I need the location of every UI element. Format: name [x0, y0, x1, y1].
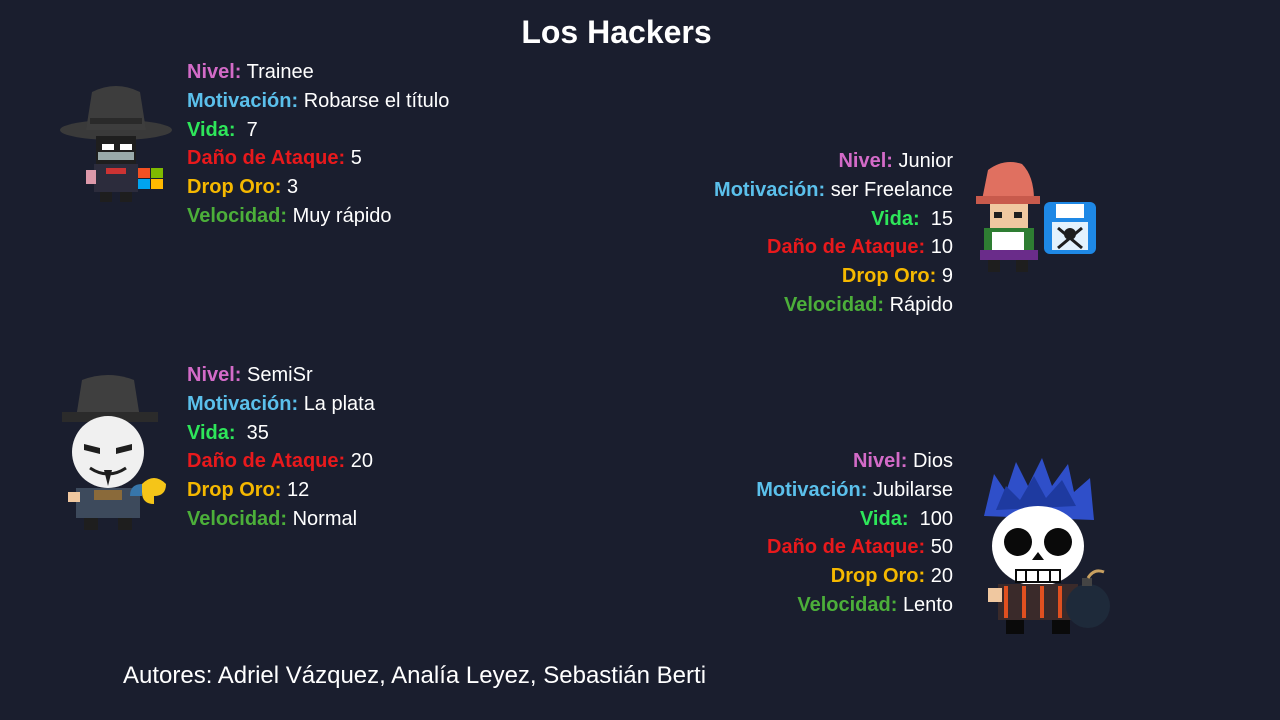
stat-vida: Vida: 15 — [871, 207, 953, 230]
stat-nivel: Nivel: SemiSr — [187, 364, 313, 386]
hacker-junior-stats: Nivel: Junior Motivación: ser Freelance … — [714, 147, 953, 320]
stat-motivacion: Motivación: Jubilarse — [756, 478, 953, 501]
stat-nivel: Nivel: Trainee — [187, 61, 314, 83]
slide: Los Hackers Nivel: Trainee Motivación: R… — [0, 0, 1280, 720]
stat-velocidad: Velocidad: Rápido — [784, 293, 953, 316]
hacker-semisr-icon — [62, 375, 166, 530]
stat-velocidad: Velocidad: Muy rápido — [187, 204, 392, 227]
hacker-semisr-stats: Nivel: SemiSr Motivación: La plata Vida:… — [187, 361, 375, 534]
hacker-dios-icon — [984, 458, 1110, 634]
stat-velocidad: Velocidad: Normal — [187, 507, 358, 530]
stat-vida: Vida: 7 — [187, 118, 258, 141]
stat-vida: Vida: 100 — [859, 507, 953, 530]
hacker-dios-stats: Nivel: Dios Motivación: Jubilarse Vida: … — [756, 447, 953, 620]
hacker-junior-icon — [976, 162, 1096, 272]
stat-motivacion: Motivación: La plata — [187, 392, 375, 415]
stat-dano: Daño de Ataque: 20 — [187, 450, 373, 473]
stat-velocidad: Velocidad: Lento — [797, 593, 953, 616]
stat-vida: Vida: 35 — [187, 421, 269, 444]
stat-dano: Daño de Ataque: 5 — [187, 147, 362, 170]
slide-title: Los Hackers — [521, 14, 712, 50]
stat-nivel: Nivel: Dios — [852, 450, 953, 472]
stat-motivacion: Motivación: Robarse el título — [187, 89, 450, 112]
hacker-trainee-stats: Nivel: Trainee Motivación: Robarse el tí… — [187, 58, 449, 231]
authors-credit: Autores: Adriel Vázquez, Analía Leyez, S… — [123, 662, 707, 689]
stat-oro: Drop Oro: 20 — [830, 565, 953, 588]
stat-nivel: Nivel: Junior — [838, 150, 953, 172]
stat-dano: Daño de Ataque: 50 — [767, 536, 953, 559]
stat-dano: Daño de Ataque: 10 — [767, 236, 953, 259]
stat-oro: Drop Oro: 12 — [187, 479, 310, 502]
hacker-trainee-icon — [60, 86, 172, 202]
stat-oro: Drop Oro: 3 — [187, 176, 299, 199]
stat-oro: Drop Oro: 9 — [841, 265, 953, 288]
stat-motivacion: Motivación: ser Freelance — [714, 178, 953, 201]
